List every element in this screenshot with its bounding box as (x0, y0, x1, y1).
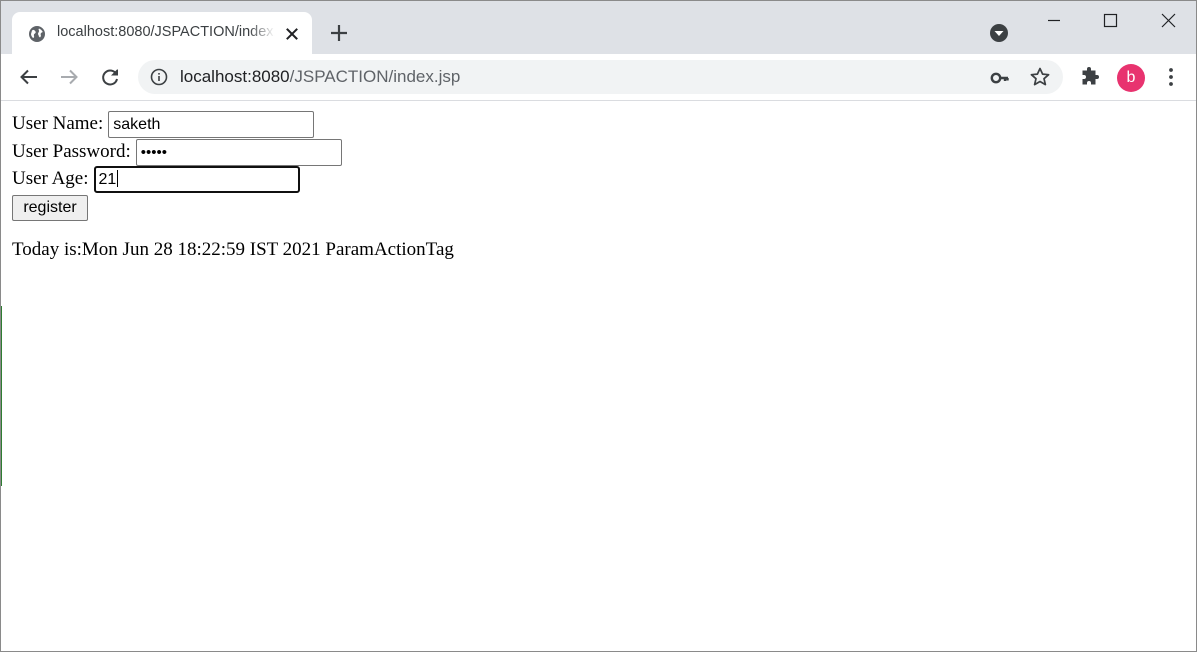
browser-window: localhost:8080/JSPACTION/index.jsp local… (0, 0, 1197, 652)
username-input[interactable]: saketh (108, 110, 315, 138)
password-input[interactable]: ••••• (135, 138, 342, 166)
tab-search-dropdown-icon[interactable] (988, 22, 1010, 44)
maximize-window-icon[interactable] (1098, 9, 1122, 33)
minimize-window-icon[interactable] (1042, 9, 1066, 33)
browser-toolbar: localhost:8080/JSPACTION/index.jsp b (1, 54, 1196, 101)
info-icon[interactable] (150, 68, 168, 86)
tab-strip: localhost:8080/JSPACTION/index.jsp (1, 1, 1196, 54)
new-tab-plus-icon[interactable] (327, 21, 351, 45)
password-row: User Password: ••••• (12, 138, 342, 166)
address-bar[interactable]: localhost:8080/JSPACTION/index.jsp (138, 60, 1063, 94)
globe-icon (28, 25, 46, 43)
left-edge-strip (1, 306, 2, 486)
age-input[interactable]: 21 (93, 165, 300, 193)
username-label: User Name: (12, 113, 104, 134)
text-caret (117, 169, 119, 187)
address-host: localhost:8080 (180, 67, 290, 86)
browser-tab[interactable]: localhost:8080/JSPACTION/index.jsp (12, 12, 312, 54)
close-window-icon[interactable] (1156, 9, 1180, 33)
age-value: 21 (98, 170, 117, 188)
star-icon[interactable] (1029, 66, 1051, 88)
password-mask: ••••• (140, 143, 168, 161)
age-label: User Age: (12, 168, 89, 189)
address-path: /JSPACTION/index.jsp (289, 67, 461, 86)
key-icon[interactable] (989, 67, 1011, 89)
password-label: User Password: (12, 141, 131, 162)
age-row: User Age: 21 (12, 165, 300, 193)
username-row: User Name: saketh (12, 110, 315, 138)
puzzle-icon[interactable] (1078, 65, 1102, 89)
kebab-menu-icon[interactable] (1159, 65, 1183, 89)
back-arrow-icon[interactable] (17, 65, 41, 89)
username-value: saketh (113, 115, 161, 133)
register-button[interactable]: register (12, 195, 88, 221)
profile-avatar[interactable]: b (1117, 64, 1145, 92)
forward-arrow-icon[interactable] (57, 65, 81, 89)
today-output-text: Today is:Mon Jun 28 18:22:59 IST 2021 Pa… (12, 239, 454, 260)
tab-title: localhost:8080/JSPACTION/index.jsp (57, 24, 275, 40)
page-content: User Name: saketh User Password: ••••• U… (1, 101, 1196, 651)
address-url: localhost:8080/JSPACTION/index.jsp (180, 67, 460, 87)
tab-close-icon[interactable] (282, 24, 302, 44)
reload-icon[interactable] (98, 65, 122, 89)
